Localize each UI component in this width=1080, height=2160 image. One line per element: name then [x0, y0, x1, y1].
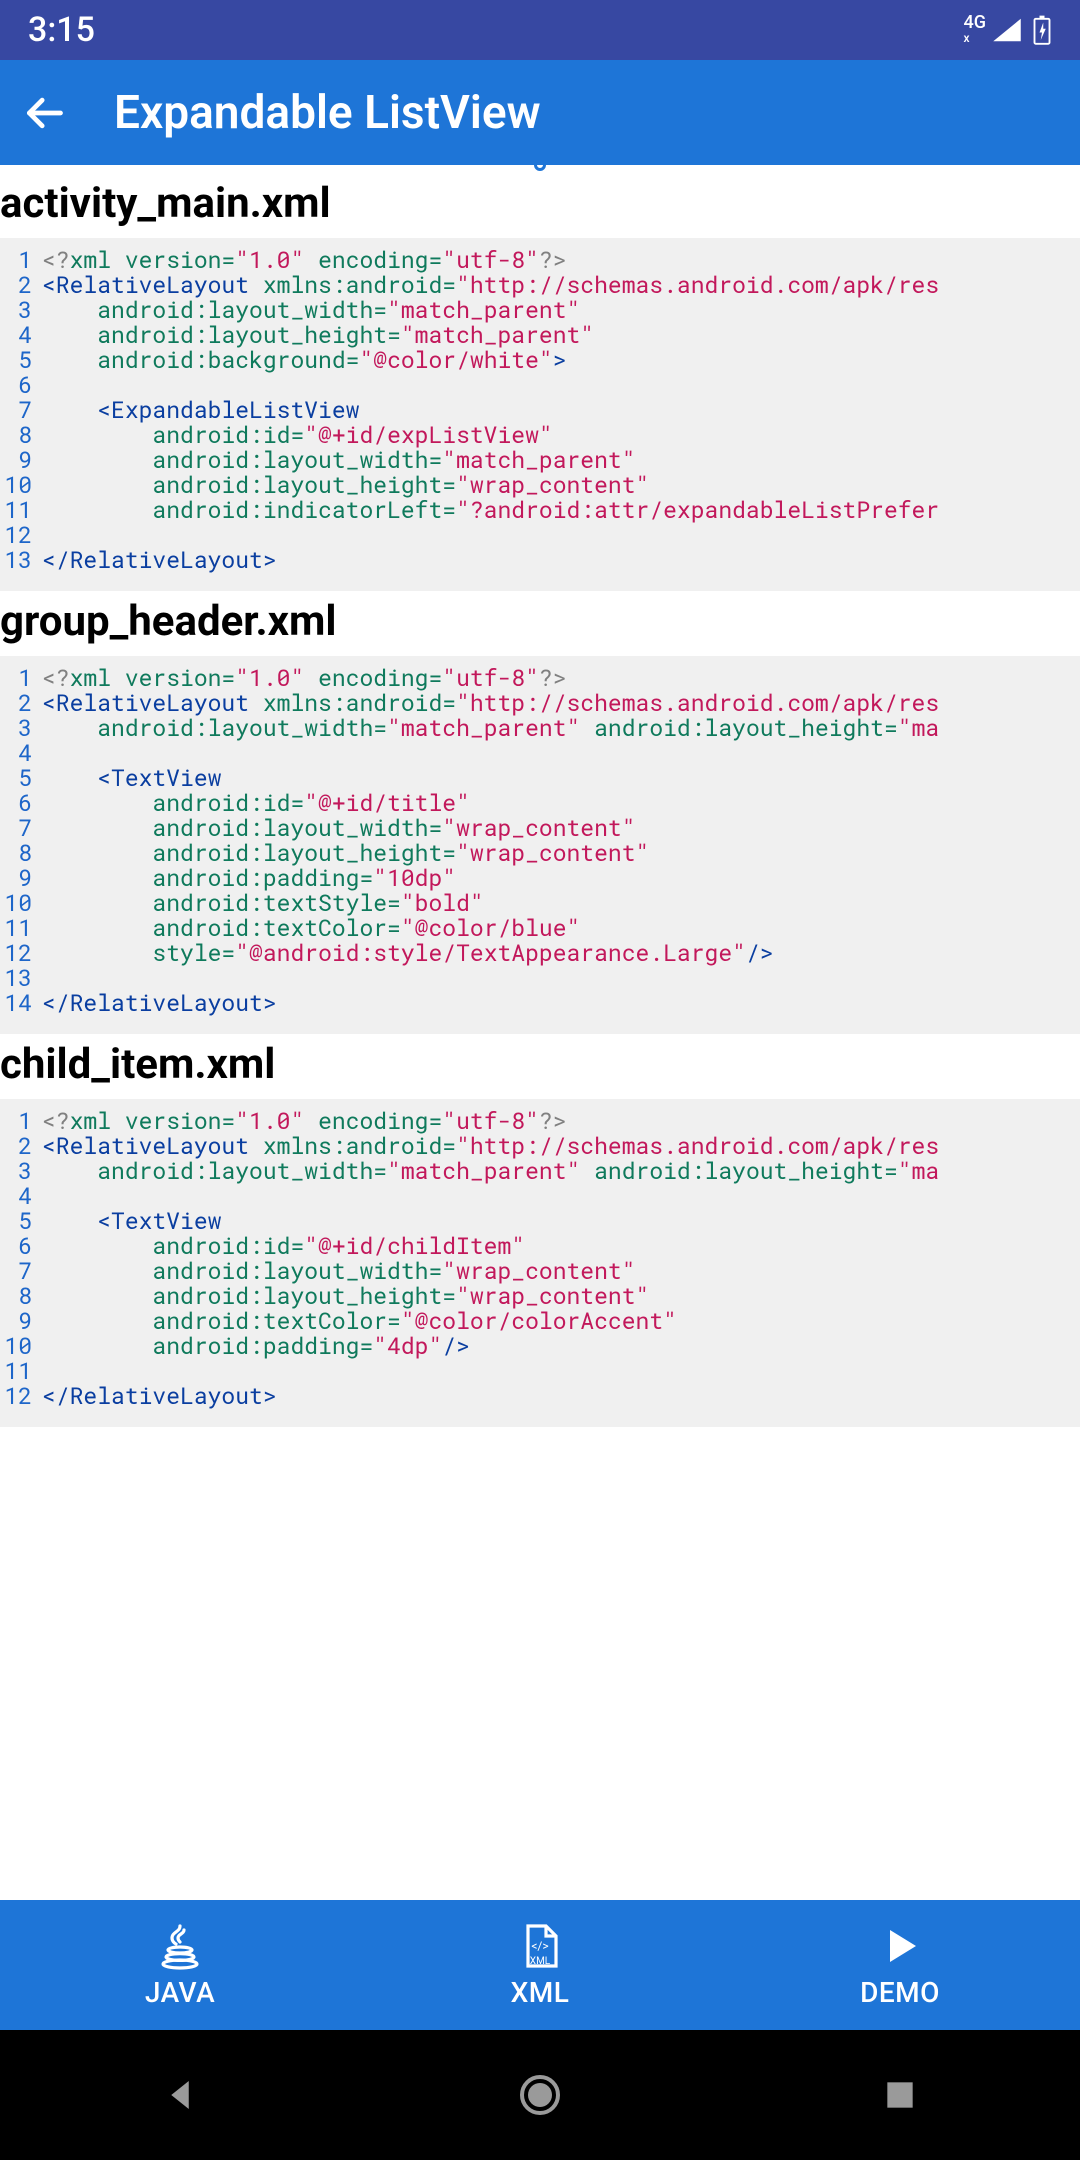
- tab-xml[interactable]: </> XML XML: [360, 1900, 720, 2030]
- tab-java[interactable]: JAVA: [0, 1900, 360, 2030]
- code-text: style="@android:style/TextAppearance.Lar…: [42, 941, 774, 966]
- file-title: activity_main.xml: [0, 173, 1080, 238]
- app-bar: Expandable ListView: [0, 60, 1080, 165]
- xml-file-icon: </> XML: [516, 1922, 564, 1970]
- svg-text:XML: XML: [530, 1956, 551, 1967]
- tab-demo[interactable]: DEMO: [720, 1900, 1080, 2030]
- code-text: android:indicatorLeft="?android:attr/exp…: [42, 498, 939, 523]
- tab-xml-label: XML: [511, 1976, 570, 2009]
- code-line: 14</RelativeLayout>: [0, 991, 1080, 1016]
- line-number: 12: [0, 1384, 42, 1409]
- scroll-indicator-icon: [534, 165, 546, 171]
- code-text: android:padding="4dp"/>: [42, 1334, 470, 1359]
- nav-home-button[interactable]: [510, 2065, 570, 2125]
- tab-java-label: JAVA: [145, 1976, 215, 2009]
- nav-back-button[interactable]: [150, 2065, 210, 2125]
- code-text: </RelativeLayout>: [42, 548, 277, 573]
- code-line: 3 android:layout_width="match_parent" an…: [0, 716, 1080, 741]
- status-bar: 3:15 4Gx: [0, 0, 1080, 60]
- code-block[interactable]: 1<?xml version="1.0" encoding="utf-8"?>2…: [0, 1099, 1080, 1427]
- code-line: 5 android:background="@color/white">: [0, 348, 1080, 373]
- code-block[interactable]: 1<?xml version="1.0" encoding="utf-8"?>2…: [0, 656, 1080, 1034]
- play-icon: [876, 1922, 924, 1970]
- network-indicator: 4Gx: [964, 16, 987, 45]
- line-number: 14: [0, 991, 42, 1016]
- line-number: 13: [0, 548, 42, 573]
- java-icon: [156, 1922, 204, 1970]
- code-text: </RelativeLayout>: [42, 991, 277, 1016]
- code-block[interactable]: 1<?xml version="1.0" encoding="utf-8"?>2…: [0, 238, 1080, 591]
- code-text: android:layout_width="match_parent" andr…: [42, 716, 939, 741]
- svg-text:</>: </>: [531, 1939, 548, 1953]
- code-text: </RelativeLayout>: [42, 1384, 277, 1409]
- code-line: 12</RelativeLayout>: [0, 1384, 1080, 1409]
- code-text: android:background="@color/white">: [42, 348, 567, 373]
- code-text: android:layout_width="match_parent" andr…: [42, 1159, 939, 1184]
- file-title: child_item.xml: [0, 1034, 1080, 1099]
- signal-icon: [992, 17, 1022, 43]
- app-title: Expandable ListView: [114, 86, 541, 140]
- file-title: group_header.xml: [0, 591, 1080, 656]
- nav-recent-button[interactable]: [870, 2065, 930, 2125]
- code-line: 11 android:indicatorLeft="?android:attr/…: [0, 498, 1080, 523]
- back-icon[interactable]: [22, 91, 66, 135]
- status-time: 3:15: [28, 10, 95, 50]
- bottom-tabs: JAVA </> XML XML DEMO: [0, 1900, 1080, 2030]
- code-line: 13</RelativeLayout>: [0, 548, 1080, 573]
- system-nav-bar: [0, 2030, 1080, 2160]
- code-line: 12 style="@android:style/TextAppearance.…: [0, 941, 1080, 966]
- content-scroll[interactable]: activity_main.xml1<?xml version="1.0" en…: [0, 165, 1080, 1900]
- screen: 3:15 4Gx Expandable ListView activity_ma…: [0, 0, 1080, 2160]
- tab-demo-label: DEMO: [860, 1976, 940, 2009]
- status-right: 4Gx: [964, 15, 1053, 45]
- code-line: 3 android:layout_width="match_parent" an…: [0, 1159, 1080, 1184]
- code-line: 10 android:padding="4dp"/>: [0, 1334, 1080, 1359]
- battery-icon: [1032, 15, 1052, 45]
